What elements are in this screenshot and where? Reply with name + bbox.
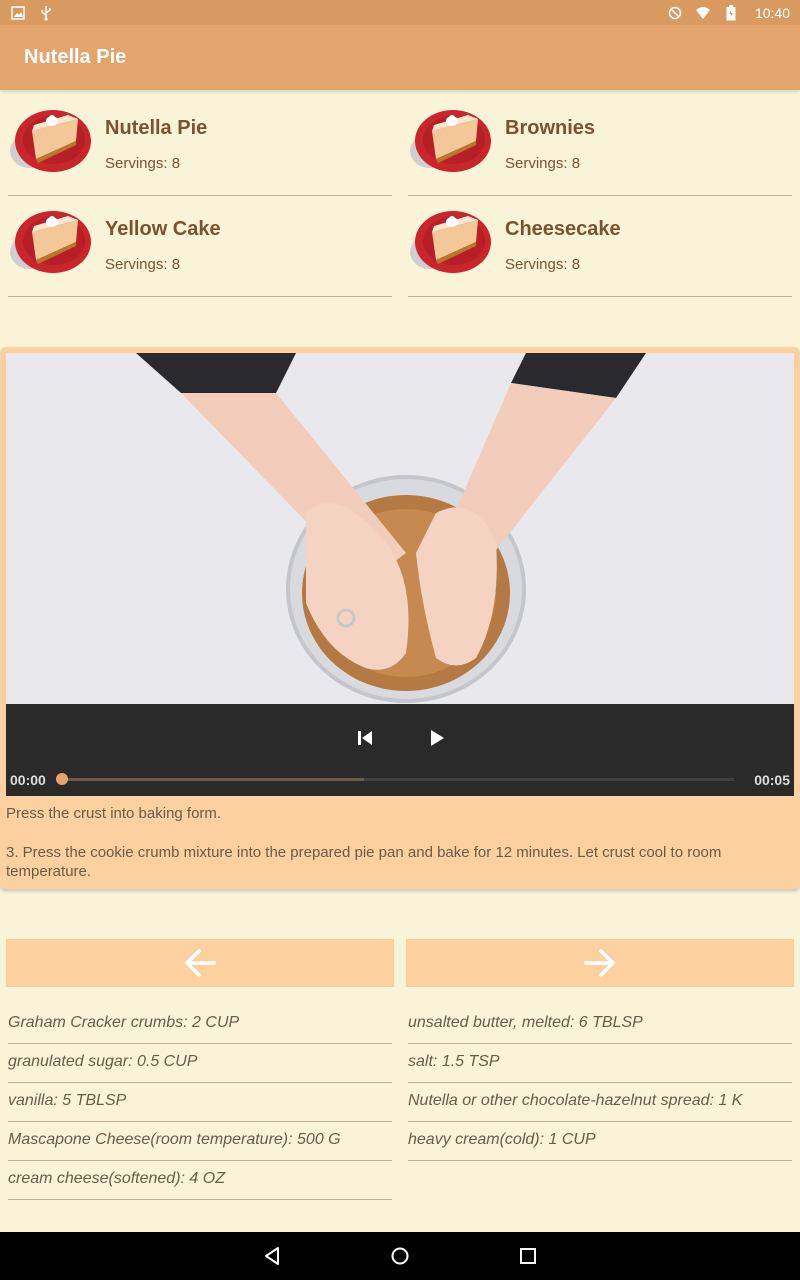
seek-handle[interactable] [56, 773, 68, 785]
ingredient-item: unsalted butter, melted: 6 TBLSP [408, 1005, 792, 1044]
ingredient-item: granulated sugar: 0.5 CUP [8, 1044, 392, 1083]
play-button[interactable] [418, 720, 454, 756]
ingredient-item: Mascapone Cheese(room temperature): 500 … [8, 1122, 392, 1161]
home-circle-icon [391, 1247, 409, 1265]
recipe-servings: Servings: 8 [105, 256, 181, 273]
ingredient-item: heavy cream(cold): 1 CUP [408, 1122, 792, 1161]
do-not-disturb-icon [667, 5, 683, 21]
recipe-name: Nutella Pie [105, 117, 208, 139]
skip-previous-icon [358, 731, 372, 745]
recipe-card-cheesecake[interactable]: Cheesecake Servings: 8 [408, 196, 792, 297]
back-triangle-icon [265, 1247, 279, 1265]
recipe-name: Yellow Cake [105, 218, 221, 240]
ingredient-item: salt: 1.5 TSP [408, 1044, 792, 1083]
video-player[interactable]: 00:00 00:05 [6, 353, 794, 796]
ingredient-item: cream cheese(softened): 4 OZ [8, 1161, 392, 1200]
app-bar: Nutella Pie [0, 25, 800, 90]
duration: 00:05 [754, 772, 790, 788]
video-frame [6, 353, 794, 704]
ingredient-item: Graham Cracker crumbs: 2 CUP [8, 1005, 392, 1044]
battery-icon [723, 4, 739, 21]
recipe-card-nutella-pie[interactable]: Nutella Pie Servings: 8 [8, 95, 392, 196]
pie-slice-icon [10, 110, 91, 172]
ingredient-item: Nutella or other chocolate-hazelnut spre… [408, 1083, 792, 1122]
image-icon [10, 5, 26, 21]
ingredient-item: vanilla: 5 TBLSP [8, 1083, 392, 1122]
usb-icon [38, 5, 54, 21]
home-button[interactable] [388, 1244, 412, 1268]
recipe-name: Cheesecake [505, 218, 621, 240]
arrow-forward-icon [584, 948, 616, 978]
wifi-icon [695, 5, 711, 21]
app-title: Nutella Pie [24, 46, 127, 68]
previous-button[interactable] [347, 720, 383, 756]
recipe-servings: Servings: 8 [105, 155, 181, 172]
current-time: 00:00 [10, 772, 46, 788]
seek-bar[interactable] [56, 773, 734, 785]
seek-buffered [62, 778, 364, 781]
play-icon [431, 730, 444, 746]
recents-square-icon [520, 1248, 536, 1264]
pie-slice-icon [410, 110, 491, 172]
recipe-card-brownies[interactable]: Brownies Servings: 8 [408, 95, 792, 196]
pie-slice-icon [410, 211, 491, 273]
back-button[interactable] [260, 1244, 284, 1268]
step-panel: 00:00 00:05 Press the crust into baking … [0, 347, 800, 889]
step-short-description: Press the crust into baking form. [6, 805, 222, 822]
recipe-servings: Servings: 8 [505, 256, 581, 273]
recents-button[interactable] [516, 1244, 540, 1268]
video-controls: 00:00 00:05 [6, 704, 794, 796]
status-time: 10:40 [754, 4, 790, 21]
recipe-servings: Servings: 8 [505, 155, 581, 172]
system-nav-bar [0, 1232, 800, 1280]
step-description: 3. Press the cookie crumb mixture into t… [6, 844, 722, 880]
recipe-name: Brownies [505, 117, 596, 139]
next-step-button[interactable] [406, 939, 794, 987]
pie-slice-icon [10, 211, 91, 273]
arrow-back-icon [184, 948, 216, 978]
status-bar: 10:40 [0, 0, 800, 25]
previous-step-button[interactable] [6, 939, 394, 987]
recipe-card-yellow-cake[interactable]: Yellow Cake Servings: 8 [8, 196, 392, 297]
